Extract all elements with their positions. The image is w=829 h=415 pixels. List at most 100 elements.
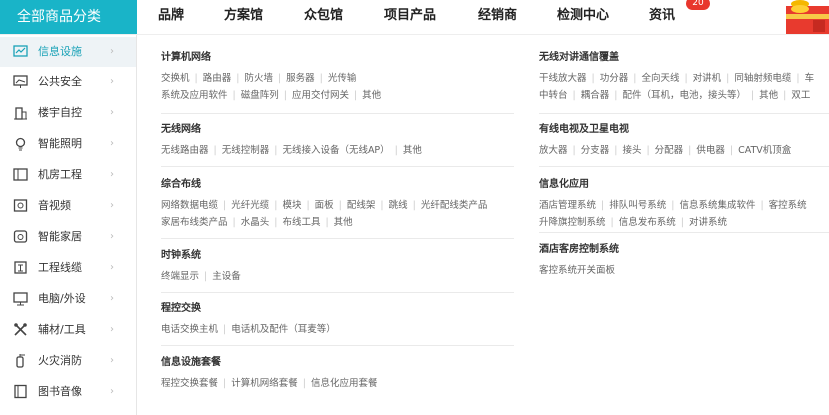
subcategory-link[interactable]: 全向天线 bbox=[641, 73, 679, 84]
sidebar-item-books-media[interactable]: 图书音像 › bbox=[0, 377, 136, 407]
subcategory-link[interactable]: 磁盘阵列 bbox=[241, 90, 279, 101]
section-title[interactable]: 酒店客房控制系统 bbox=[539, 243, 619, 257]
subcategory-link[interactable]: 防火墙 bbox=[244, 73, 273, 84]
subcategory-link[interactable]: 交换机 bbox=[161, 73, 190, 84]
subcategory-link[interactable]: 功分器 bbox=[600, 73, 629, 84]
subcategory-link[interactable]: 干线放大器 bbox=[539, 73, 587, 84]
subcategory-link[interactable]: 接头 bbox=[622, 145, 641, 156]
server-room-icon bbox=[13, 168, 28, 181]
subcategory-link[interactable]: 配件（耳机，电池，接头等） bbox=[622, 90, 746, 101]
sidebar-item-server-room[interactable]: 机房工程 › bbox=[0, 160, 136, 190]
nav-news[interactable]: 资讯 20 bbox=[649, 0, 710, 34]
subcategory-link[interactable]: 供电器 bbox=[696, 145, 725, 156]
gift-icon[interactable] bbox=[786, 0, 829, 34]
subcategory-link[interactable]: 酒店管理系统 bbox=[539, 200, 596, 211]
section-title[interactable]: 计算机网络 bbox=[161, 51, 381, 65]
nav-crowdsourcing[interactable]: 众包馆 bbox=[304, 0, 343, 34]
subcategory-link[interactable]: 光传输 bbox=[328, 73, 357, 84]
subcategory-link[interactable]: 计算机网络套餐 bbox=[231, 378, 298, 389]
subcategory-link[interactable]: 分配器 bbox=[655, 145, 684, 156]
subcategory-link[interactable]: 对讲机 bbox=[693, 73, 722, 84]
subcategory-link[interactable]: 升降旗控制系统 bbox=[539, 217, 606, 228]
subcategory-link[interactable]: 双工 bbox=[791, 90, 810, 101]
section-title[interactable]: 信息设施套餐 bbox=[161, 356, 377, 370]
subcategory-link[interactable]: CATV机顶盒 bbox=[738, 145, 791, 156]
section-title[interactable]: 时钟系统 bbox=[161, 249, 241, 263]
subcategory-link[interactable]: 水晶头 bbox=[241, 217, 270, 228]
separator: | bbox=[232, 217, 236, 228]
separator: | bbox=[729, 145, 734, 156]
subcategory-link[interactable]: 光纤配线类产品 bbox=[421, 200, 488, 211]
section-title[interactable]: 信息化应用 bbox=[539, 178, 807, 192]
subcategory-link[interactable]: 跳线 bbox=[389, 200, 408, 211]
subcategory-link[interactable]: 配线架 bbox=[347, 200, 376, 211]
section-divider bbox=[161, 166, 514, 167]
subcategory-link[interactable]: 无线路由器 bbox=[161, 145, 209, 156]
subcategory-link[interactable]: 面板 bbox=[315, 200, 334, 211]
all-categories-button[interactable]: 全部商品分类 bbox=[0, 0, 137, 34]
separator: | bbox=[646, 145, 650, 156]
subcategory-link[interactable]: 中转台 bbox=[539, 90, 568, 101]
subcategory-link[interactable]: 无线控制器 bbox=[222, 145, 270, 156]
nav-brand[interactable]: 品牌 bbox=[158, 0, 184, 34]
subcategory-link[interactable]: 其他 bbox=[759, 90, 778, 101]
subcategory-link[interactable]: 光纤光缆 bbox=[231, 200, 269, 211]
section-title[interactable]: 无线对讲通信覆盖 bbox=[539, 51, 814, 65]
subcategory-link[interactable]: 无线接入设备（无线AP） bbox=[282, 145, 389, 156]
category-section: 酒店客房控制系统 客控系统开关面板 bbox=[539, 243, 619, 279]
separator: | bbox=[274, 217, 278, 228]
nav-dealers[interactable]: 经销商 bbox=[478, 0, 517, 34]
subcategory-link[interactable]: 客控系统开关面板 bbox=[539, 265, 615, 276]
sidebar-item-audio-video[interactable]: 音视频 › bbox=[0, 191, 136, 221]
section-title[interactable]: 无线网络 bbox=[161, 123, 422, 137]
sidebar-item-fire-protection[interactable]: 火灾消防 › bbox=[0, 346, 136, 376]
subcategory-link[interactable]: 车 bbox=[805, 73, 815, 84]
subcategory-link[interactable]: 模块 bbox=[282, 200, 301, 211]
subcategory-link[interactable]: 系统及应用软件 bbox=[161, 90, 228, 101]
subcategory-link[interactable]: 应用交付网关 bbox=[292, 90, 349, 101]
subcategory-link[interactable]: 信息发布系统 bbox=[619, 217, 676, 228]
sidebar-item-smart-lighting[interactable]: 智能照明 › bbox=[0, 129, 136, 159]
nav-testing-center[interactable]: 检测中心 bbox=[557, 0, 609, 34]
subcategory-link[interactable]: 信息化应用套餐 bbox=[311, 378, 378, 389]
section-title[interactable]: 程控交换 bbox=[161, 302, 336, 316]
sidebar-item-materials-tools[interactable]: 辅材/工具 › bbox=[0, 315, 136, 345]
sidebar-item-public-security[interactable]: 公共安全 › bbox=[0, 67, 136, 97]
subcategory-link[interactable]: 电话交换主机 bbox=[161, 324, 218, 335]
subcategory-link[interactable]: 路由器 bbox=[203, 73, 232, 84]
subcategory-link[interactable]: 程控交换套餐 bbox=[161, 378, 218, 389]
sidebar-item-building-automation[interactable]: 楼宇自控 › bbox=[0, 98, 136, 128]
subcategory-link[interactable]: 家居布线类产品 bbox=[161, 217, 228, 228]
subcategory-link[interactable]: 电话机及配件（耳麦等） bbox=[231, 324, 336, 335]
sidebar-item-engineering-cables[interactable]: 工程线缆 › bbox=[0, 253, 136, 283]
subcategory-link[interactable]: 其他 bbox=[362, 90, 381, 101]
subcategory-link[interactable]: 耦合器 bbox=[581, 90, 610, 101]
nav-label: 经销商 bbox=[478, 8, 518, 23]
subcategory-link[interactable]: 客控系统 bbox=[769, 200, 807, 211]
subcategory-link[interactable]: 同轴射频电缆 bbox=[734, 73, 791, 84]
nav-solutions[interactable]: 方案馆 bbox=[224, 0, 263, 34]
subcategory-link[interactable]: 排队叫号系统 bbox=[609, 200, 666, 211]
subcategory-link[interactable]: 服务器 bbox=[286, 73, 315, 84]
section-title[interactable]: 有线电视及卫星电视 bbox=[539, 123, 791, 137]
subcategory-link[interactable]: 网络数据电缆 bbox=[161, 200, 218, 211]
subcategory-link[interactable]: 其他 bbox=[403, 145, 422, 156]
subcategory-link[interactable]: 信息系统集成软件 bbox=[679, 200, 755, 211]
sidebar-item-smart-home[interactable]: 智能家居 › bbox=[0, 222, 136, 252]
subcategory-link[interactable]: 对讲系统 bbox=[689, 217, 727, 228]
category-dropdown-panel: 计算机网络交换机 | 路由器 | 防火墙 | 服务器 | 光传输系统及应用软件 | 磁盘阵列 | 应用交… bbox=[137, 35, 829, 415]
separator: | bbox=[610, 217, 614, 228]
subcategory-link[interactable]: 放大器 bbox=[539, 145, 568, 156]
sidebar-item-information-facilities[interactable]: 信息设施 › bbox=[0, 37, 136, 67]
sidebar-item-label: 机房工程 bbox=[38, 168, 82, 181]
subcategory-link[interactable]: 终端显示 bbox=[161, 271, 199, 282]
nav-project-products[interactable]: 项目产品 bbox=[384, 0, 436, 34]
subcategory-link[interactable]: 其他 bbox=[334, 217, 353, 228]
sidebar-item-computer-peripherals[interactable]: 电脑/外设 › bbox=[0, 284, 136, 314]
subcategory-link[interactable]: 布线工具 bbox=[282, 217, 320, 228]
fire-extinguisher-icon bbox=[16, 354, 25, 368]
separator: | bbox=[302, 378, 306, 389]
subcategory-link[interactable]: 分支器 bbox=[581, 145, 610, 156]
subcategory-link[interactable]: 主设备 bbox=[212, 271, 241, 282]
section-title[interactable]: 综合布线 bbox=[161, 178, 487, 192]
